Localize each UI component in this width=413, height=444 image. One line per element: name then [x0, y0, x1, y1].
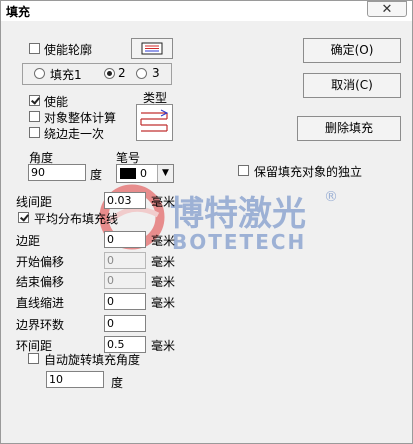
fill-tab-radio-3[interactable] — [136, 68, 147, 79]
close-icon: ✕ — [381, 2, 393, 17]
watermark-cn: 博特激光 — [170, 194, 306, 234]
cancel-button[interactable]: 取消(C) — [303, 73, 401, 98]
param-label-line-spacing: 线间距 — [16, 195, 53, 209]
outline-pattern-icon — [141, 42, 163, 55]
fill-enable-checkbox[interactable] — [29, 95, 40, 106]
line-indent-input[interactable]: 0 — [104, 293, 146, 310]
start-offset-unit: 毫米 — [151, 255, 176, 269]
end-offset-unit: 毫米 — [151, 275, 176, 289]
delete-fill-button[interactable]: 删除填充 — [297, 116, 401, 141]
fill-tab-label-2: 2 — [118, 66, 126, 80]
pen-number: 0 — [140, 167, 147, 180]
param-label-margin: 边距 — [16, 234, 41, 248]
pen-color-swatch — [120, 168, 136, 179]
watermark-en: BOTETECH — [172, 230, 306, 254]
line-spacing-input[interactable]: 0.03 — [104, 192, 146, 209]
edge-once-label: 绕边走一次 — [44, 127, 105, 141]
line-spacing-unit: 毫米 — [151, 195, 176, 209]
margin-unit: 毫米 — [151, 234, 176, 248]
edge-once-checkbox[interactable] — [29, 127, 40, 138]
param-label-end-offset: 结束偏移 — [16, 275, 65, 289]
fill-tab-label-3: 3 — [152, 66, 160, 80]
keep-independent-checkbox[interactable] — [238, 165, 249, 176]
outline-enable-label: 使能轮廓 — [44, 43, 93, 57]
auto-rotate-angle-input[interactable]: 10 — [46, 371, 104, 388]
margin-input[interactable]: 0 — [104, 231, 146, 248]
auto-rotate-label: 自动旋转填充角度 — [44, 353, 141, 367]
line-indent-unit: 毫米 — [151, 296, 176, 310]
fill-tab-radio-2[interactable] — [104, 68, 115, 79]
outline-settings-button[interactable] — [131, 38, 173, 59]
param-label-boundary-loops: 边界环数 — [16, 318, 65, 332]
start-offset-input[interactable]: 0 — [104, 252, 146, 269]
fill-type-button[interactable] — [136, 104, 173, 141]
fill-tab-radio-1[interactable] — [34, 68, 45, 79]
whole-calc-label: 对象整体计算 — [44, 111, 117, 125]
loop-spacing-unit: 毫米 — [151, 339, 176, 353]
ok-button[interactable]: 确定(O) — [303, 38, 401, 63]
boundary-loops-input[interactable]: 0 — [104, 315, 146, 332]
fill-tab-label-1: 填充1 — [50, 68, 82, 82]
watermark-reg: ® — [324, 189, 338, 205]
even-distribute-label: 平均分布填充线 — [34, 212, 119, 226]
angle-input[interactable]: 90 — [28, 164, 86, 181]
close-button[interactable]: ✕ — [367, 1, 407, 17]
whole-calc-checkbox[interactable] — [29, 111, 40, 122]
window-title: 填充 — [6, 5, 31, 19]
fill-enable-label: 使能 — [44, 95, 69, 109]
fill-dialog: 填充 ✕ 使能轮廓 填充1 2 3 使能 类型 对象整体计算 绕边走一次 角度 … — [0, 0, 413, 444]
chevron-down-icon[interactable]: ▼ — [157, 165, 173, 182]
auto-rotate-checkbox[interactable] — [28, 353, 39, 364]
end-offset-input[interactable]: 0 — [104, 272, 146, 289]
fill-type-pattern-icon — [140, 109, 169, 132]
even-distribute-checkbox[interactable] — [18, 212, 29, 223]
keep-independent-label: 保留填充对象的独立 — [254, 165, 363, 179]
title-bar: 填充 ✕ — [1, 1, 412, 21]
param-label-start-offset: 开始偏移 — [16, 255, 65, 269]
auto-rotate-unit: 度 — [111, 376, 124, 390]
param-label-line-indent: 直线缩进 — [16, 296, 65, 310]
outline-enable-checkbox[interactable] — [29, 43, 40, 54]
